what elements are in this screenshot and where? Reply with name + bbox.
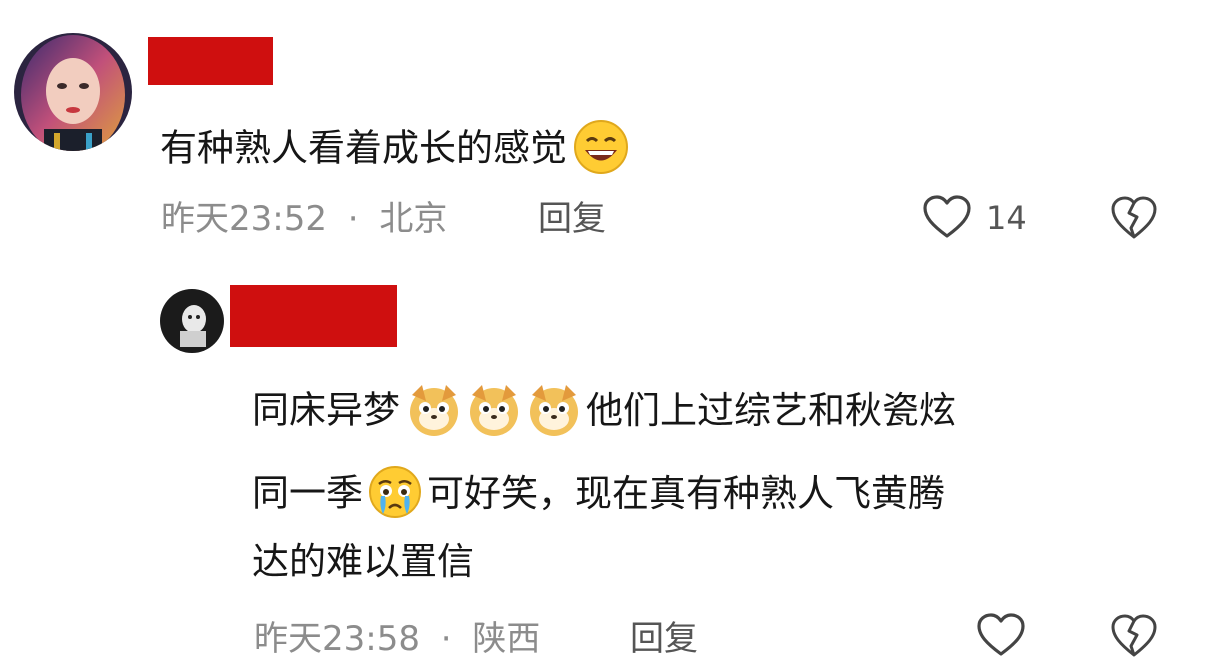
- reply-meta: 昨天23:58 · 陕西: [254, 622, 540, 656]
- dog-face-emoji-icon: [464, 379, 524, 445]
- reply-username-redacted: [230, 285, 397, 347]
- grinning-face-emoji-icon: [573, 119, 629, 181]
- reply-text-part: 可好笑，现在真有种熟人飞黄腾: [427, 471, 945, 515]
- heart-outline-icon: [923, 195, 971, 238]
- broken-heart-icon: [1111, 614, 1157, 657]
- comment-text: 有种熟人看着成长的感觉: [160, 119, 629, 181]
- broken-heart-icon: [1111, 196, 1157, 239]
- like-button[interactable]: [922, 194, 974, 242]
- reply-line-2: 同一季 可好笑，现在真有种熟人飞黄腾: [252, 464, 945, 526]
- meta-separator: ·: [347, 199, 359, 239]
- meta-separator: ·: [440, 619, 452, 659]
- reply-text-part: 同床异梦: [252, 388, 400, 432]
- reply-text-part: 同一季: [252, 471, 363, 515]
- reply-like-button[interactable]: [976, 612, 1028, 660]
- reply-text-part: 他们上过综艺和秋瓷炫: [586, 388, 956, 432]
- comment-time: 昨天23:52: [161, 199, 327, 239]
- comment-meta: 昨天23:52 · 北京: [161, 202, 447, 236]
- reply-reply-button[interactable]: 回复: [630, 622, 698, 656]
- username-redacted: [148, 37, 273, 85]
- comment-body: 有种熟人看着成长的感觉: [160, 126, 567, 170]
- crying-face-emoji-icon: [367, 464, 423, 526]
- reply-time: 昨天23:58: [254, 619, 420, 659]
- like-count: 14: [986, 199, 1027, 237]
- dog-face-emoji-icon: [404, 379, 464, 445]
- commenter-avatar[interactable]: [14, 33, 132, 151]
- reply-button[interactable]: 回复: [538, 202, 606, 236]
- heart-outline-icon: [977, 613, 1025, 656]
- reply-avatar[interactable]: [160, 289, 224, 353]
- reply-line-1: 同床异梦 他们上过综艺和秋瓷炫: [252, 379, 956, 445]
- dislike-button[interactable]: [1110, 195, 1160, 243]
- comment-location: 北京: [379, 199, 448, 239]
- dog-face-emoji-icon: [524, 379, 584, 445]
- reply-dislike-button[interactable]: [1110, 613, 1160, 661]
- reply-location: 陕西: [472, 619, 541, 659]
- reply-line-3: 达的难以置信: [252, 540, 474, 583]
